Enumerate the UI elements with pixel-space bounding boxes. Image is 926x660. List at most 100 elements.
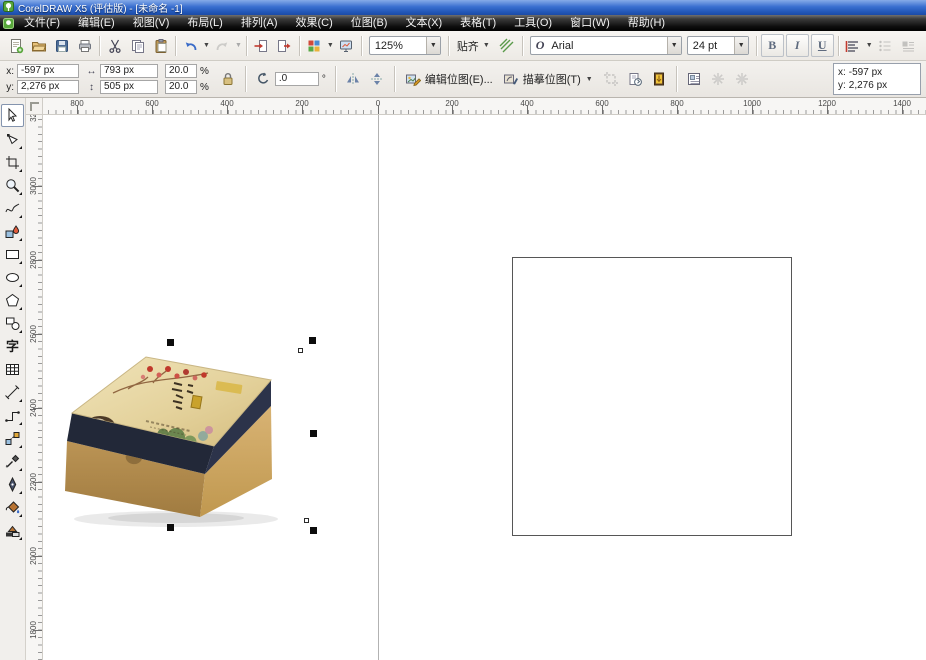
vruler-major-tick bbox=[33, 630, 42, 631]
welcome-screen-button[interactable] bbox=[335, 34, 358, 57]
basic-shapes-tool[interactable] bbox=[2, 313, 23, 334]
x-position-input[interactable]: -597 px bbox=[17, 64, 79, 78]
lock-ratio-button[interactable] bbox=[216, 67, 240, 91]
vertical-ruler[interactable]: 32003000280026002400220020001800 bbox=[26, 115, 43, 660]
cut-button[interactable] bbox=[103, 34, 126, 57]
rectangle-tool[interactable] bbox=[2, 244, 23, 265]
edit-bitmap-button[interactable]: 编辑位图(E)... bbox=[400, 67, 498, 91]
save-button[interactable] bbox=[50, 34, 73, 57]
print-button[interactable] bbox=[73, 34, 96, 57]
import-button[interactable] bbox=[250, 34, 273, 57]
menu-item-9[interactable]: 表格(T) bbox=[451, 15, 505, 31]
underline-button[interactable]: U bbox=[811, 34, 834, 57]
selection-handle[interactable] bbox=[167, 339, 174, 346]
ruler-origin-button[interactable] bbox=[26, 98, 43, 115]
menu-item-7[interactable]: 位图(B) bbox=[342, 15, 397, 31]
crop-bitmap-button[interactable] bbox=[599, 67, 623, 91]
chevron-down-icon[interactable]: ▼ bbox=[426, 37, 440, 54]
menu-item-5[interactable]: 排列(A) bbox=[232, 15, 287, 31]
italic-button[interactable]: I bbox=[786, 34, 809, 57]
polygon-tool[interactable] bbox=[2, 290, 23, 311]
tea-box-image[interactable] bbox=[58, 333, 318, 533]
open-button[interactable] bbox=[27, 34, 50, 57]
vruler-major-tick bbox=[33, 260, 42, 261]
application-launcher-button[interactable] bbox=[303, 34, 326, 57]
object-width-input[interactable]: 793 px bbox=[100, 64, 158, 78]
connector-tool[interactable] bbox=[2, 405, 23, 426]
blend-tool[interactable] bbox=[2, 428, 23, 449]
fill-tool[interactable] bbox=[2, 497, 23, 518]
object-width-icon: ↔ bbox=[86, 66, 97, 77]
selection-mini-handle[interactable] bbox=[298, 348, 303, 353]
trace-bitmap-button[interactable]: 描摹位图(T) ▼ bbox=[498, 67, 599, 91]
color-eyedropper-tool[interactable] bbox=[2, 451, 23, 472]
menu-item-8[interactable]: 文本(X) bbox=[396, 15, 451, 31]
menu-item-6[interactable]: 效果(C) bbox=[287, 15, 342, 31]
text-tool[interactable]: 字 bbox=[2, 336, 23, 357]
resample-bitmap-button[interactable] bbox=[623, 67, 647, 91]
bitmap-color-mode-button[interactable] bbox=[647, 67, 671, 91]
rotation-angle-input[interactable]: .0 bbox=[275, 72, 319, 86]
redo-button[interactable] bbox=[211, 34, 234, 57]
undo-button[interactable] bbox=[179, 34, 202, 57]
zoom-tool[interactable] bbox=[2, 175, 23, 196]
scale-vertical-input[interactable]: 20.0 bbox=[165, 80, 197, 94]
outline-pen-tool[interactable] bbox=[2, 474, 23, 495]
chevron-down-icon[interactable]: ▼ bbox=[667, 37, 681, 54]
smart-fill-tool[interactable] bbox=[2, 221, 23, 242]
table-tool[interactable] bbox=[2, 359, 23, 380]
chevron-down-icon[interactable]: ▼ bbox=[734, 37, 748, 54]
scale-horizontal-input[interactable]: 20.0 bbox=[165, 64, 197, 78]
selection-mini-handle[interactable] bbox=[304, 518, 309, 523]
drawing-options-button[interactable] bbox=[496, 34, 519, 57]
y-position-input[interactable]: 2,276 px bbox=[17, 80, 79, 94]
font-size-combo[interactable]: 24 pt ▼ bbox=[687, 36, 749, 55]
zoom-level-combo[interactable]: 125% ▼ bbox=[369, 36, 441, 55]
menu-item-11[interactable]: 窗口(W) bbox=[561, 15, 619, 31]
rectangle-shape[interactable] bbox=[512, 257, 792, 536]
copy-button[interactable] bbox=[126, 34, 149, 57]
selection-handle[interactable] bbox=[309, 337, 316, 344]
menu-item-3[interactable]: 视图(V) bbox=[124, 15, 179, 31]
bold-button[interactable]: B bbox=[761, 34, 784, 57]
chevron-down-icon[interactable]: ▼ bbox=[203, 42, 210, 49]
drawing-canvas[interactable] bbox=[43, 115, 926, 660]
chevron-down-icon[interactable]: ▼ bbox=[586, 76, 593, 83]
chevron-down-icon[interactable]: ▼ bbox=[866, 42, 873, 49]
hruler-major-tick bbox=[452, 105, 453, 114]
menu-item-12[interactable]: 帮助(H) bbox=[619, 15, 674, 31]
chevron-down-icon[interactable]: ▼ bbox=[235, 42, 242, 49]
mirror-vertical-button[interactable] bbox=[365, 67, 389, 91]
pick-tool[interactable] bbox=[1, 104, 24, 127]
text-alignment-button[interactable] bbox=[842, 34, 865, 57]
selection-handle[interactable] bbox=[310, 430, 317, 437]
paste-button[interactable] bbox=[149, 34, 172, 57]
drop-cap-button[interactable] bbox=[897, 34, 920, 57]
shape-tool[interactable] bbox=[2, 129, 23, 150]
font-family-combo[interactable]: O Arial ▼ bbox=[530, 36, 682, 55]
chevron-down-icon[interactable]: ▼ bbox=[483, 42, 490, 49]
horizontal-ruler[interactable]: 8006004002000200400600800100012001400 bbox=[43, 98, 926, 115]
chevron-down-icon[interactable]: ▼ bbox=[327, 42, 334, 49]
menu-item-10[interactable]: 工具(O) bbox=[505, 15, 561, 31]
menu-item-1[interactable]: 文件(F) bbox=[15, 15, 69, 31]
menu-item-4[interactable]: 布局(L) bbox=[178, 15, 231, 31]
ellipse-tool[interactable] bbox=[2, 267, 23, 288]
new-document-button[interactable] bbox=[4, 34, 27, 57]
crop-tool[interactable] bbox=[2, 152, 23, 173]
interactive-fill-tool[interactable] bbox=[2, 520, 23, 541]
dimension-tool[interactable] bbox=[2, 382, 23, 403]
document-window-icon[interactable] bbox=[3, 18, 14, 29]
bitmap-effect-button[interactable] bbox=[706, 67, 730, 91]
object-height-input[interactable]: 505 px bbox=[100, 80, 158, 94]
wrap-text-button[interactable] bbox=[682, 67, 706, 91]
selection-handle[interactable] bbox=[167, 524, 174, 531]
export-button[interactable] bbox=[273, 34, 296, 57]
bulleted-list-button[interactable] bbox=[874, 34, 897, 57]
snap-to-button[interactable]: 贴齐 ▼ bbox=[452, 35, 496, 57]
menu-item-2[interactable]: 编辑(E) bbox=[69, 15, 124, 31]
bitmap-effect-button[interactable] bbox=[730, 67, 754, 91]
selection-handle[interactable] bbox=[310, 527, 317, 534]
mirror-horizontal-button[interactable] bbox=[341, 67, 365, 91]
freehand-tool[interactable] bbox=[2, 198, 23, 219]
